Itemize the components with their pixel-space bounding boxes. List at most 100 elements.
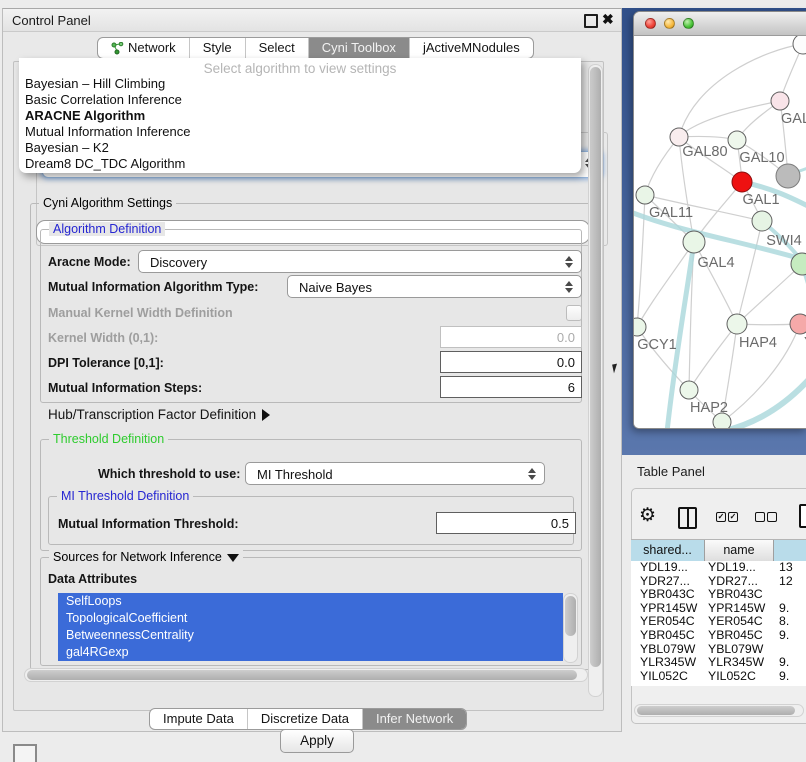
attribute-list-item[interactable]: BetweennessCentrality <box>58 627 563 644</box>
algorithm-option[interactable]: ARACNE Algorithm <box>19 108 581 124</box>
network-node[interactable] <box>776 164 800 188</box>
settings-horizontal-scrollbar[interactable] <box>24 668 588 682</box>
network-node[interactable] <box>683 231 705 253</box>
network-node[interactable] <box>728 131 746 149</box>
deselect-all-checkbox-icon[interactable] <box>767 512 777 522</box>
tab-label: Style <box>203 38 232 58</box>
column-header[interactable]: name <box>705 540 774 561</box>
which-threshold-combobox[interactable]: MI Threshold <box>245 462 545 485</box>
mi-threshold-group-title: MI Threshold Definition <box>57 489 193 503</box>
mi-type-label: Mutual Information Algorithm Type: <box>48 280 258 294</box>
tab-label: Network <box>128 38 176 58</box>
tab-label: Impute Data <box>163 709 234 729</box>
close-icon[interactable]: ✖ <box>602 11 614 28</box>
network-node[interactable] <box>793 36 806 54</box>
network-node[interactable] <box>634 318 646 336</box>
network-edge[interactable] <box>689 324 737 390</box>
data-attributes-label: Data Attributes <box>48 572 137 586</box>
table-row[interactable]: YBL079WYBL079W <box>631 643 806 657</box>
network-view-window[interactable]: GALGAL80GAL10GAL1GAL11SWI4GAL4GCY1HAP4YH… <box>633 11 806 429</box>
kernel-width-field[interactable] <box>440 326 582 348</box>
settings-vertical-scrollbar[interactable] <box>588 64 603 697</box>
tab-select[interactable]: Select <box>245 38 308 58</box>
hub-definition-label: Hub/Transcription Factor Definition <box>48 407 256 422</box>
column-header[interactable]: shared... <box>631 540 705 561</box>
algorithm-option[interactable]: Dream8 DC_TDC Algorithm <box>19 156 581 172</box>
table-cell: YER054C <box>708 615 763 629</box>
apply-button[interactable]: Apply <box>280 729 354 753</box>
tab-network[interactable]: Network <box>98 38 189 58</box>
data-attributes-list[interactable]: SelfLoopsTopologicalCoefficientBetweenne… <box>58 593 563 661</box>
attribute-list-item[interactable]: TopologicalCoefficient <box>58 610 563 627</box>
table-cell: 9. <box>779 629 789 643</box>
tab-discretize-data[interactable]: Discretize Data <box>247 709 362 729</box>
network-window-titlebar[interactable] <box>634 12 806 36</box>
network-edge[interactable] <box>645 137 679 195</box>
table-row[interactable]: YLR345WYLR345W9. <box>631 656 806 670</box>
network-node[interactable] <box>771 92 789 110</box>
aracne-mode-combobox[interactable]: Discovery <box>138 250 582 273</box>
collapsed-panel-icon[interactable] <box>13 744 37 762</box>
table-row[interactable]: YIL052CYIL052C9. <box>631 670 806 684</box>
combo-spinner-icon <box>565 255 574 269</box>
manual-kernel-checkbox[interactable] <box>566 305 582 321</box>
network-node[interactable] <box>790 314 806 334</box>
attribute-list-item[interactable]: SelfLoops <box>58 593 563 610</box>
tab-jactivemnodules[interactable]: jActiveMNodules <box>409 38 533 58</box>
algorithm-option[interactable]: Bayesian – Hill Climbing <box>19 76 581 92</box>
hub-definition-expander[interactable]: Hub/Transcription Factor Definition <box>48 407 270 422</box>
minimize-traffic-light-icon[interactable] <box>664 18 675 29</box>
table-row[interactable]: YER054CYER054C8. <box>631 615 806 629</box>
float-window-icon[interactable] <box>584 14 598 28</box>
table-cell: YLR345W <box>708 656 764 670</box>
threshold-definition-title: Threshold Definition <box>49 432 168 446</box>
column-header[interactable] <box>774 540 806 561</box>
network-node[interactable] <box>680 381 698 399</box>
network-canvas[interactable]: GALGAL80GAL10GAL1GAL11SWI4GAL4GCY1HAP4YH… <box>634 36 806 428</box>
algorithm-option[interactable]: Bayesian – K2 <box>19 140 581 156</box>
algorithm-option[interactable]: Mutual Information Inference <box>19 124 581 140</box>
zoom-traffic-light-icon[interactable] <box>683 18 694 29</box>
network-node[interactable] <box>727 314 747 334</box>
control-panel-title: Control Panel <box>12 13 91 28</box>
attribute-list-item[interactable]: gal4RGexp <box>58 644 563 661</box>
network-node[interactable] <box>636 186 654 204</box>
attributes-list-scrollbar[interactable] <box>563 593 578 663</box>
table-row[interactable]: YPR145WYPR145W9. <box>631 602 806 616</box>
new-table-icon[interactable] <box>799 504 806 528</box>
network-node[interactable] <box>732 172 752 192</box>
tab-infer-network[interactable]: Infer Network <box>362 709 466 729</box>
gear-icon[interactable]: ⚙ <box>639 504 656 527</box>
table-cell: YDL19... <box>708 561 756 575</box>
table-row[interactable]: YDR27...YDR27...12 <box>631 575 806 589</box>
deselect-all-checkbox-icon[interactable] <box>755 512 765 522</box>
table-row[interactable]: YBR045CYBR045C9. <box>631 629 806 643</box>
manual-kernel-label: Manual Kernel Width Definition <box>48 306 233 320</box>
table-cell: YBL079W <box>708 643 763 657</box>
sources-group-title[interactable]: Sources for Network Inference <box>49 550 243 564</box>
network-node-label: GAL10 <box>739 150 784 166</box>
tab-style[interactable]: Style <box>189 38 245 58</box>
network-edge[interactable] <box>737 264 802 324</box>
dpi-tolerance-field[interactable] <box>440 351 582 373</box>
tab-cyni-toolbox[interactable]: Cyni Toolbox <box>308 38 409 58</box>
table-cell: YDR27... <box>640 575 690 589</box>
table-row[interactable]: YBR043CYBR043C <box>631 588 806 602</box>
network-node[interactable] <box>752 211 772 231</box>
columns-icon[interactable] <box>678 507 697 529</box>
mi-threshold-field[interactable] <box>436 512 576 534</box>
network-node-label: GAL <box>781 111 806 127</box>
table-horizontal-scrollbar[interactable] <box>634 704 804 717</box>
table-row[interactable]: YDL19...YDL19...13 <box>631 561 806 575</box>
control-panel-titlebar: Control Panel ✖ <box>3 9 621 32</box>
table-cell: YER054C <box>640 615 695 629</box>
network-edge[interactable] <box>737 221 762 324</box>
mi-steps-field[interactable] <box>440 376 582 398</box>
application-window: Control Panel ✖ Network Style SelectCyni T… <box>0 0 806 762</box>
select-all-checkbox-icon[interactable]: ✓ <box>716 512 726 522</box>
select-all-checkbox-icon[interactable]: ✓ <box>728 512 738 522</box>
algorithm-option[interactable]: Basic Correlation Inference <box>19 92 581 108</box>
tab-impute-data[interactable]: Impute Data <box>150 709 247 729</box>
mi-type-combobox[interactable]: Naive Bayes <box>287 275 582 298</box>
close-traffic-light-icon[interactable] <box>645 18 656 29</box>
